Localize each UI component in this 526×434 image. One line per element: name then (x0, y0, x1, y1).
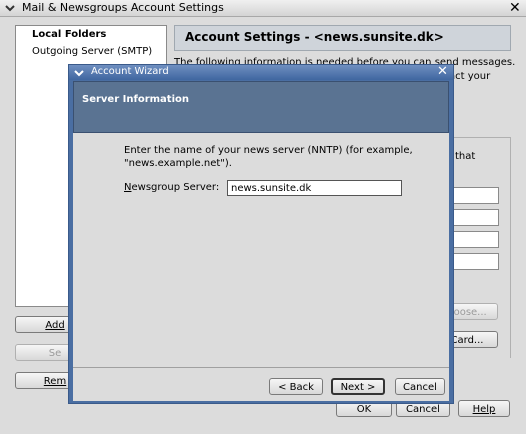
window-title: Mail & Newsgroups Account Settings (22, 1, 224, 14)
account-wizard-dialog[interactable]: Account Wizard ✕ Server Information Ente… (68, 64, 454, 404)
help-label: Help (472, 404, 496, 415)
back-button[interactable]: < Back (269, 378, 323, 395)
window-close-icon[interactable]: ✕ (509, 1, 521, 15)
settings-header: Account Settings - <news.sunsite.dk> (174, 25, 511, 51)
wizard-menu-chevron-icon[interactable] (73, 67, 85, 79)
remove-account-label: Rem (43, 376, 67, 387)
cancel-settings-label: Cancel (406, 404, 440, 415)
help-button[interactable]: Help (458, 400, 510, 417)
settings-field-3[interactable] (453, 231, 499, 248)
settings-field-4[interactable] (453, 253, 499, 270)
wizard-page-body: Enter the name of your news server (NNTP… (73, 133, 449, 377)
settings-field-1[interactable] (453, 187, 499, 204)
newsgroup-server-label: Newsgroup Server: (124, 182, 219, 193)
next-label: Next > (340, 382, 376, 393)
wizard-instruction: Enter the name of your news server (NNTP… (124, 145, 413, 169)
window-menu-chevron-icon[interactable] (4, 2, 16, 14)
edit-card-label: Card... (450, 335, 484, 346)
ok-label: OK (356, 404, 372, 415)
newsgroup-server-label-rest: ewsgroup Server: (131, 182, 220, 193)
settings-text-fragment: that (455, 151, 476, 162)
settings-header-title: Account Settings - <news.sunsite.dk> (185, 30, 444, 44)
wizard-page-title: Server Information (82, 94, 189, 105)
tree-item-local-folders[interactable]: Local Folders (32, 29, 106, 40)
wizard-cancel-label: Cancel (403, 382, 437, 393)
wizard-cancel-button[interactable]: Cancel (395, 378, 445, 395)
next-button[interactable]: Next > (331, 378, 385, 395)
wizard-page-header: Server Information (73, 81, 449, 133)
add-account-label: Add (45, 320, 65, 331)
wizard-close-icon[interactable]: ✕ (437, 65, 448, 79)
set-default-label: Se (48, 348, 62, 359)
settings-field-2[interactable] (453, 209, 499, 226)
newsgroup-server-input[interactable]: news.sunsite.dk (227, 180, 402, 196)
wizard-title: Account Wizard (91, 66, 169, 77)
back-label: < Back (278, 382, 314, 393)
tree-item-outgoing-server[interactable]: Outgoing Server (SMTP) (32, 46, 152, 57)
wizard-footer: < Back Next > Cancel (73, 367, 449, 401)
